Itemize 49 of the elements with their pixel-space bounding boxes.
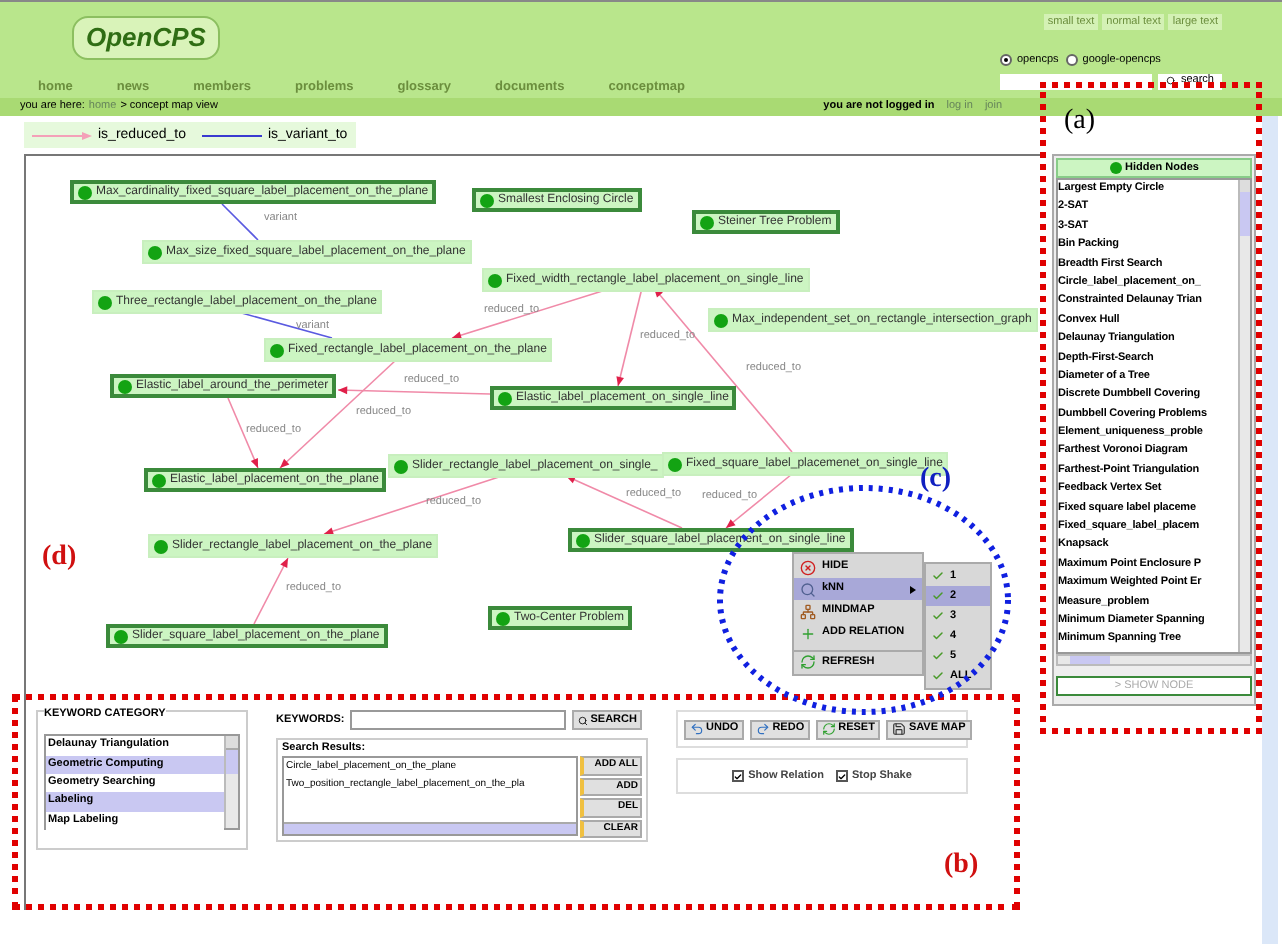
annotation-label: (a) bbox=[1064, 104, 1096, 140]
relation-arrow bbox=[616, 287, 643, 387]
node-icon bbox=[394, 459, 408, 473]
checkbox[interactable] bbox=[732, 770, 745, 782]
scrollbar[interactable] bbox=[1238, 180, 1250, 652]
keywords-field[interactable] bbox=[350, 710, 567, 730]
scrollbar[interactable] bbox=[224, 736, 238, 829]
search-icon bbox=[1166, 76, 1177, 86]
node-icon bbox=[488, 273, 502, 287]
redo-icon bbox=[756, 722, 771, 736]
checkbox[interactable] bbox=[835, 770, 848, 782]
site-logo[interactable]: OpenCPS bbox=[72, 16, 220, 59]
node-icon bbox=[118, 379, 132, 393]
node-icon bbox=[496, 611, 510, 625]
network-icon bbox=[800, 603, 816, 619]
radio-button[interactable] bbox=[1066, 54, 1079, 67]
annotation-label: (b) bbox=[944, 848, 979, 884]
annotation-label: (d) bbox=[42, 540, 77, 576]
refresh-icon bbox=[822, 722, 837, 736]
node-icon bbox=[714, 313, 728, 327]
node-icon bbox=[700, 215, 714, 229]
node-icon bbox=[270, 343, 284, 357]
page-scrollbar[interactable] bbox=[1262, 116, 1278, 944]
node-icon bbox=[498, 391, 512, 405]
node-icon bbox=[114, 629, 128, 643]
undo-icon bbox=[690, 722, 704, 736]
plus-icon bbox=[800, 625, 816, 641]
scrollbar[interactable] bbox=[284, 822, 576, 835]
node-icon bbox=[148, 245, 162, 259]
radio-button[interactable] bbox=[1000, 54, 1013, 67]
save-icon bbox=[892, 722, 907, 736]
node-icon bbox=[154, 539, 168, 553]
relation-arrow bbox=[253, 557, 289, 625]
node-icon bbox=[98, 295, 112, 309]
search-icon bbox=[800, 581, 816, 597]
close-icon bbox=[800, 559, 816, 575]
node-icon bbox=[480, 193, 494, 207]
node-icon bbox=[78, 185, 92, 199]
search-icon bbox=[578, 715, 589, 725]
submenu-arrow-icon bbox=[910, 585, 916, 593]
variant-line bbox=[221, 203, 259, 241]
line-icon bbox=[201, 131, 262, 139]
node-icon bbox=[152, 473, 166, 487]
arrow-icon bbox=[32, 131, 92, 139]
node-icon bbox=[576, 533, 590, 547]
node-icon bbox=[1109, 162, 1121, 174]
node-icon bbox=[668, 457, 682, 471]
refresh-icon bbox=[800, 654, 816, 670]
scrollbar[interactable] bbox=[1056, 654, 1252, 666]
